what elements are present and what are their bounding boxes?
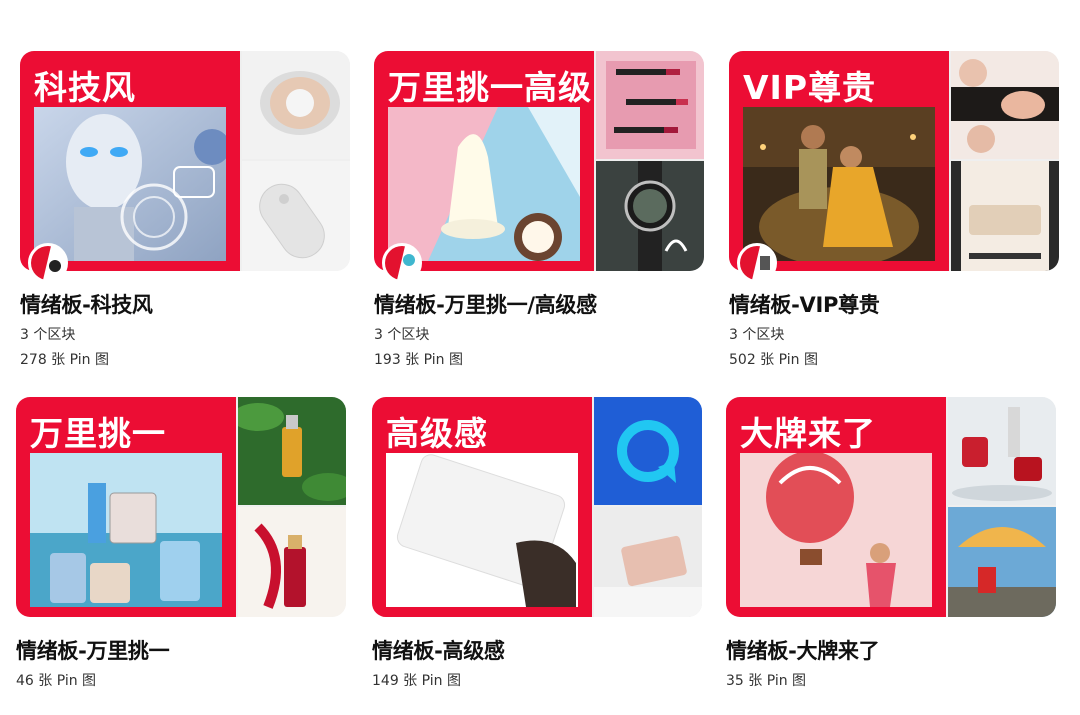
cover-panel: 万里挑一 bbox=[16, 397, 236, 617]
cover-panel: VIP尊贵 bbox=[729, 51, 949, 271]
app-screen-image bbox=[951, 161, 1059, 271]
planes-sky-image bbox=[948, 507, 1056, 617]
cover-title: 大牌来了 bbox=[740, 414, 876, 453]
cover-panel: 高级感 bbox=[372, 397, 592, 617]
board-card-select[interactable]: 万里挑一 情绪板-万里挑一 46 张 Pin 图 bbox=[16, 397, 346, 690]
hot-air-balloon-image bbox=[740, 453, 932, 607]
pin-count: 149 张 Pin 图 bbox=[372, 673, 461, 689]
avatar[interactable] bbox=[28, 243, 68, 283]
cover-title: 高级感 bbox=[386, 414, 488, 453]
board-title[interactable]: 情绪板-万里挑一 bbox=[16, 635, 346, 665]
red-serum-image bbox=[238, 507, 346, 617]
board-collage[interactable]: 万里挑一高级 bbox=[374, 51, 704, 271]
speaker-product-image bbox=[242, 51, 350, 159]
section-count: 3 个区块 bbox=[20, 327, 76, 343]
board-title[interactable]: 情绪板-高级感 bbox=[372, 635, 702, 665]
avatar[interactable] bbox=[737, 243, 777, 283]
section-count: 3 个区块 bbox=[729, 327, 785, 343]
serum-leaves-image bbox=[238, 397, 346, 505]
board-card-luxury[interactable]: 高级感 情绪板-高级感 149 张 Pin 图 bbox=[372, 397, 702, 690]
blue-q-logo-image bbox=[594, 397, 702, 505]
pin-count: 35 张 Pin 图 bbox=[726, 673, 807, 689]
board-title[interactable]: 情绪板-VIP尊贵 bbox=[729, 289, 1059, 319]
royal-couple-image bbox=[743, 107, 935, 261]
board-collage[interactable]: VIP尊贵 bbox=[729, 51, 1059, 271]
board-title[interactable]: 情绪板-科技风 bbox=[20, 289, 350, 319]
card-on-white-image bbox=[594, 507, 702, 617]
board-collage[interactable]: 大牌来了 bbox=[726, 397, 1056, 617]
cover-title: 万里挑一 bbox=[30, 414, 166, 453]
avatar[interactable] bbox=[382, 243, 422, 283]
board-card-bigbrand[interactable]: 大牌来了 情绪板-大牌来了 35 张 Pin 图 bbox=[726, 397, 1056, 690]
board-card-tech[interactable]: 科技风 情绪板-科技风 3 个区块 278 张 Pin 图 bbox=[20, 51, 350, 369]
board-title[interactable]: 情绪板-万里挑一/高级感 bbox=[374, 289, 704, 319]
milk-coconut-image bbox=[388, 107, 580, 261]
pin-count: 278 张 Pin 图 bbox=[20, 352, 109, 368]
board-title[interactable]: 情绪板-大牌来了 bbox=[726, 635, 1056, 665]
beauty-ad-image bbox=[951, 51, 1059, 159]
perfume-bottles-image bbox=[30, 453, 222, 607]
board-collage[interactable]: 高级感 bbox=[372, 397, 702, 617]
cover-title: 万里挑一高级 bbox=[388, 68, 592, 107]
pin-count: 46 张 Pin 图 bbox=[16, 673, 97, 689]
lipstick-image bbox=[596, 51, 704, 159]
cosmetics-splash-image bbox=[948, 397, 1056, 505]
board-collage[interactable]: 万里挑一 bbox=[16, 397, 346, 617]
cover-title: 科技风 bbox=[34, 68, 136, 107]
cover-panel: 万里挑一高级 bbox=[374, 51, 594, 271]
cover-panel: 大牌来了 bbox=[726, 397, 946, 617]
board-card-vip[interactable]: VIP尊贵 情绪板-VIP尊贵 3 个区块 502 张 Pin 图 bbox=[729, 51, 1059, 369]
robot-face-image bbox=[34, 107, 226, 261]
board-collage[interactable]: 科技风 bbox=[20, 51, 350, 271]
pin-count: 502 张 Pin 图 bbox=[729, 352, 818, 368]
section-count: 3 个区块 bbox=[374, 327, 430, 343]
cover-title: VIP尊贵 bbox=[743, 68, 877, 107]
board-card-premium[interactable]: 万里挑一高级 情绪板-万里挑一/高级感 3 个区块 193 张 Pin 图 bbox=[374, 51, 704, 369]
watch-ad-image bbox=[596, 161, 704, 271]
remote-product-image bbox=[242, 161, 350, 271]
white-card-image bbox=[386, 453, 578, 607]
pin-count: 193 张 Pin 图 bbox=[374, 352, 463, 368]
cover-panel: 科技风 bbox=[20, 51, 240, 271]
